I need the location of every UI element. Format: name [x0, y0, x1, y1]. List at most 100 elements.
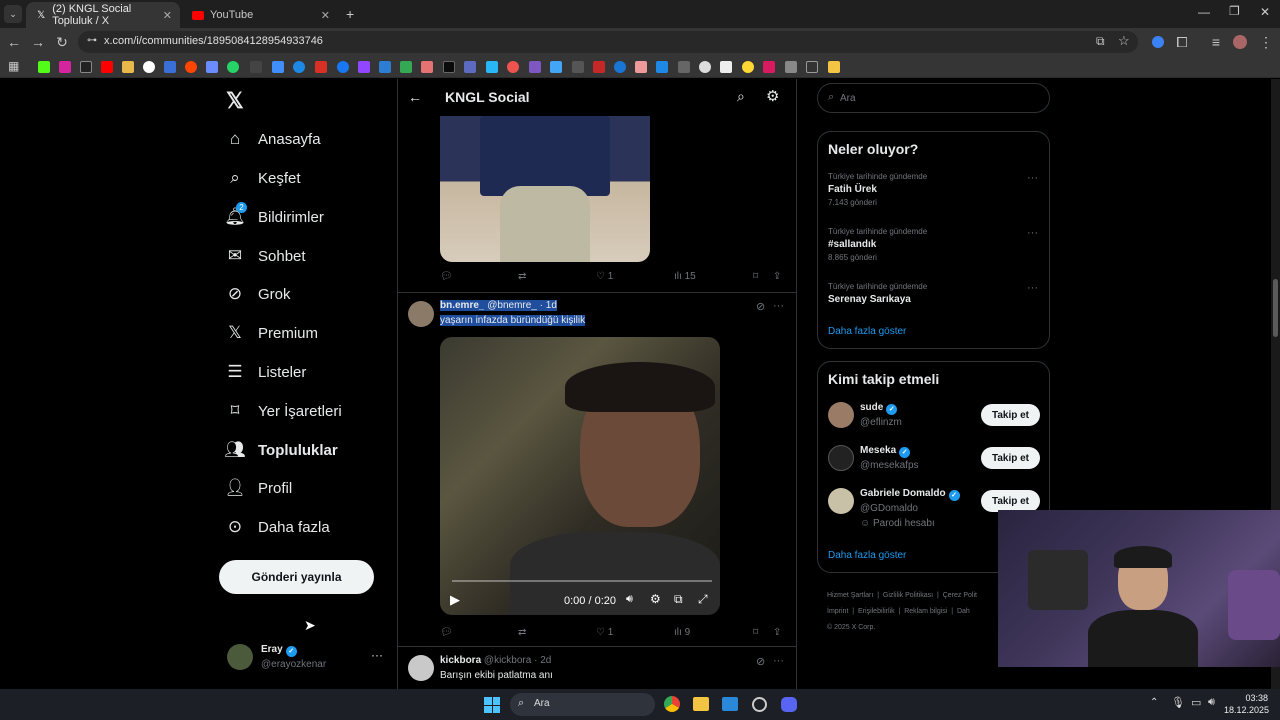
bookmark-icon[interactable]	[272, 61, 284, 73]
bookmark-icon[interactable]	[400, 61, 412, 73]
site-info-icon[interactable]: ⊶	[87, 35, 97, 46]
volume-icon[interactable]: 🔊︎	[1208, 696, 1215, 709]
bookmark-icon[interactable]	[806, 61, 818, 73]
more-icon[interactable]: ···	[1027, 172, 1038, 184]
share-icon[interactable]: ⇪	[773, 627, 781, 638]
bookmark-icon[interactable]	[250, 61, 262, 73]
bookmark-icon[interactable]	[122, 61, 134, 73]
monitor-icon[interactable]: ▭	[1191, 696, 1201, 709]
footer-link[interactable]: Çerez Polit	[943, 592, 977, 599]
back-icon[interactable]: ←	[4, 32, 24, 52]
more-icon[interactable]: ···	[773, 300, 784, 312]
bookmark-icon[interactable]	[185, 61, 197, 73]
puzzle-icon[interactable]: ⧠	[1172, 32, 1192, 52]
reply-icon[interactable]: 💬︎	[440, 271, 453, 282]
post-author-handle[interactable]: @bnemre_	[487, 300, 537, 311]
app-icon[interactable]	[752, 697, 767, 712]
bookmark-icon[interactable]	[464, 61, 476, 73]
tab-list-dropdown[interactable]: ⌄	[4, 5, 22, 23]
footer-link[interactable]: Dah	[957, 608, 970, 615]
bookmark-twitch-icon[interactable]	[358, 61, 370, 73]
sidebar-item-explore[interactable]: ⌕ Keşfet	[224, 163, 300, 193]
footer-link[interactable]: Reklam bilgisi	[904, 608, 947, 615]
bookmark-icon[interactable]	[785, 61, 797, 73]
start-icon[interactable]	[484, 697, 500, 713]
bookmark-icon[interactable]	[421, 61, 433, 73]
sidebar-item-premium[interactable]: 𝕏 Premium	[224, 318, 318, 348]
clock-time[interactable]: 03:38	[1234, 693, 1268, 703]
bookmark-icon[interactable]	[614, 61, 626, 73]
store-icon[interactable]	[722, 697, 738, 711]
bookmark-icon[interactable]	[227, 61, 239, 73]
tab-x-community[interactable]: 𝕏 (2) KNGL Social Topluluk / X ✕	[26, 2, 180, 28]
tab-youtube[interactable]: YouTube ✕	[182, 2, 338, 28]
bookmark-kick-icon[interactable]	[38, 61, 50, 73]
post-image[interactable]	[440, 116, 650, 262]
sidebar-item-communities[interactable]: 👥︎ Topluluklar	[224, 435, 338, 465]
bookmark-icon[interactable]: ⌑	[753, 627, 758, 638]
more-icon[interactable]: ···	[773, 655, 784, 667]
repost-icon[interactable]: ⇄	[518, 627, 526, 638]
fullscreen-icon[interactable]: ⤢	[698, 592, 708, 607]
bookmark-icon[interactable]	[656, 61, 668, 73]
scrollbar-thumb[interactable]	[1273, 279, 1278, 337]
footer-link[interactable]: Hizmet Şartları	[827, 592, 873, 599]
share-icon[interactable]: ⇪	[773, 271, 781, 282]
menu-icon[interactable]: ⋮	[1256, 32, 1276, 52]
bookmark-icon[interactable]	[379, 61, 391, 73]
sidebar-item-grok[interactable]: ⊘ Grok	[224, 279, 291, 309]
x-logo-icon[interactable]: 𝕏	[226, 88, 244, 114]
file-explorer-icon[interactable]	[693, 697, 709, 711]
post-time[interactable]: · 1d	[539, 300, 557, 311]
repost-icon[interactable]: ⇄	[518, 271, 526, 282]
sidebar-item-lists[interactable]: ☰ Listeler	[224, 357, 306, 387]
minimize-button[interactable]: —	[1198, 5, 1210, 19]
forward-icon[interactable]: →	[28, 32, 48, 52]
follow-suggestion[interactable]: sude ✓ @eflinzm Takip et	[828, 400, 1043, 434]
footer-link[interactable]: İmprint	[827, 608, 848, 615]
bookmark-x-icon[interactable]	[80, 61, 92, 73]
search-input[interactable]: ⌕ Ara	[817, 83, 1050, 113]
close-icon[interactable]: ✕	[163, 9, 172, 22]
views-icon[interactable]: ılı 9	[674, 627, 690, 638]
trend-item[interactable]: Türkiye tarihinde gündemde Serenay Sarık…	[828, 282, 1043, 312]
bookmark-icon[interactable]	[635, 61, 647, 73]
sidebar-item-bookmarks[interactable]: ⌑ Yer İşaretleri	[224, 396, 342, 426]
bookmark-icon[interactable]	[699, 61, 711, 73]
bookmark-icon[interactable]	[293, 61, 305, 73]
url-field[interactable]: ⊶ x.com/i/communities/189508412895493374…	[78, 31, 1138, 53]
new-tab-button[interactable]: +	[346, 6, 354, 22]
video-progress-track[interactable]	[452, 580, 712, 582]
star-icon[interactable]: ☆	[1118, 33, 1130, 49]
close-icon[interactable]: ✕	[321, 9, 330, 22]
back-arrow-icon[interactable]: ←	[408, 89, 422, 105]
bookmark-icon[interactable]	[486, 61, 498, 73]
reload-icon[interactable]: ↻	[52, 32, 72, 52]
bookmark-icon[interactable]	[550, 61, 562, 73]
trend-item[interactable]: Türkiye tarihinde gündemde Fatih Ürek 7.…	[828, 172, 1043, 218]
sidebar-item-home[interactable]: ⌂ Anasayfa	[224, 124, 321, 154]
bookmark-icon[interactable]	[720, 61, 732, 73]
post-time[interactable]: · 2d	[534, 655, 551, 666]
like-icon[interactable]: ♡ 1	[596, 627, 613, 638]
play-icon[interactable]: ▶	[450, 592, 460, 608]
post-avatar[interactable]	[408, 301, 434, 327]
install-app-icon[interactable]: ⧉	[1096, 34, 1105, 49]
taskbar-search[interactable]: ⌕ Ara	[510, 693, 655, 716]
chevron-up-icon[interactable]: ⌃	[1150, 697, 1158, 708]
like-icon[interactable]: ♡ 1	[596, 271, 613, 282]
more-icon[interactable]: ···	[371, 648, 383, 662]
maximize-button[interactable]: ❐	[1229, 4, 1240, 18]
profile-avatar-icon[interactable]	[1230, 32, 1250, 52]
bookmark-icon[interactable]	[101, 61, 113, 73]
bookmark-icon[interactable]	[443, 61, 455, 73]
post-avatar[interactable]	[408, 655, 434, 681]
bookmark-icon[interactable]	[742, 61, 754, 73]
bookmark-icon[interactable]	[593, 61, 605, 73]
gear-icon[interactable]: ⚙	[766, 87, 779, 105]
follow-suggestion[interactable]: Meseka ✓ @mesekafps Takip et	[828, 443, 1043, 477]
settings-icon[interactable]: ⚙	[650, 592, 661, 606]
bookmark-facebook-icon[interactable]	[337, 61, 349, 73]
show-more-link[interactable]: Daha fazla göster	[828, 550, 906, 561]
more-icon[interactable]: ···	[1027, 227, 1038, 239]
